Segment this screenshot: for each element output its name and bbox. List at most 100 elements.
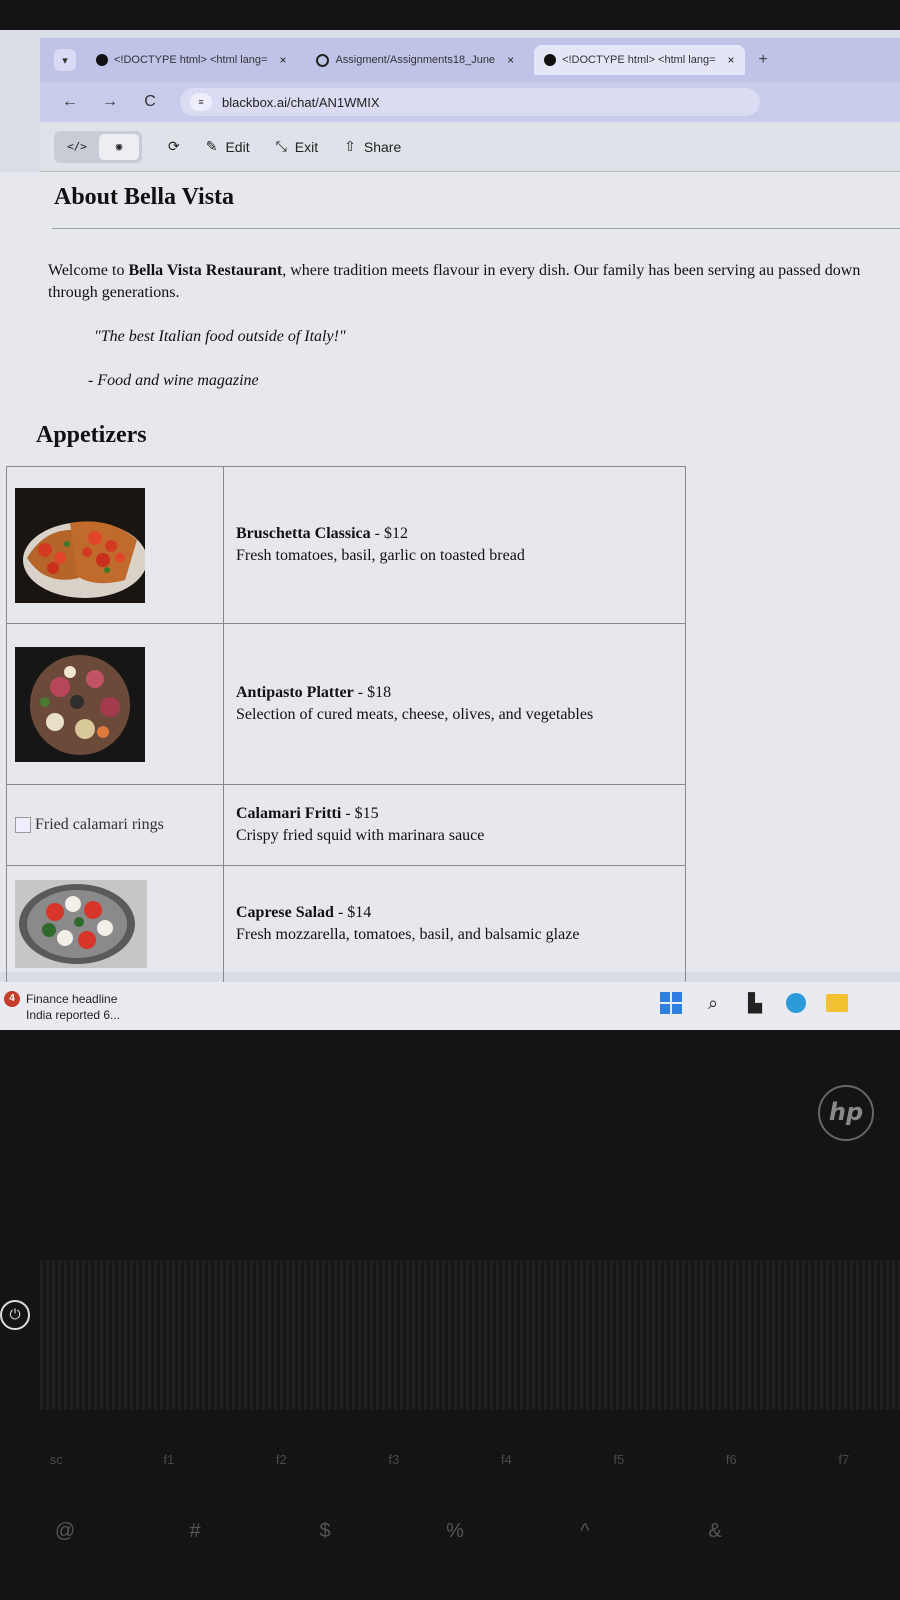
view-toggle: </> ◉ xyxy=(54,130,142,163)
dish-price: - $14 xyxy=(333,904,372,921)
pencil-icon: ✎ xyxy=(205,138,218,154)
caprese-photo xyxy=(15,880,147,968)
notification-badge: 4 xyxy=(4,991,20,1007)
dish-name: Caprese Salad xyxy=(236,904,334,921)
forward-arrow-icon[interactable]: → xyxy=(100,93,120,111)
news-text: Finance headline India reported 6... xyxy=(26,991,120,1023)
url-input[interactable]: ≡ blackbox.ai/chat/AN1WMIX xyxy=(180,88,760,116)
about-heading: About Bella Vista xyxy=(54,184,235,210)
hp-logo: hp xyxy=(818,1085,874,1141)
power-icon[interactable]: ⏻ xyxy=(0,1300,30,1330)
broken-image: Fried calamari rings xyxy=(15,816,215,834)
chevron-down-icon: ▾ xyxy=(62,54,68,67)
function-key[interactable]: f3 xyxy=(338,1440,451,1500)
address-bar: ← → C ≡ blackbox.ai/chat/AN1WMIX xyxy=(40,82,900,122)
dish-price: - $12 xyxy=(370,525,408,542)
collapse-icon: ⤡ xyxy=(275,138,287,154)
dish-image-cell: Fried calamari rings xyxy=(6,784,224,866)
function-key[interactable]: f7 xyxy=(788,1440,900,1500)
function-key[interactable]: f2 xyxy=(225,1440,338,1500)
table-row: Caprese Salad - $14 Fresh mozzarella, to… xyxy=(6,865,686,983)
edit-label: Edit xyxy=(225,138,250,155)
function-key[interactable]: f6 xyxy=(675,1440,788,1500)
dish-description: Crispy fried squid with marinara sauce xyxy=(236,827,485,844)
function-key[interactable]: f5 xyxy=(563,1440,676,1500)
intro-pre: Welcome to xyxy=(48,262,129,279)
speaker-grille xyxy=(40,1260,900,1410)
preview-page: About Bella Vista Welcome to Bella Vista… xyxy=(0,172,900,983)
url-text: blackbox.ai/chat/AN1WMIX xyxy=(222,94,380,110)
browser-tab-2[interactable]: Assigment/Assignments18_June × xyxy=(306,45,524,75)
browser-tab-1[interactable]: <!DOCTYPE html> <html lang= × xyxy=(86,45,296,75)
number-key[interactable]: % xyxy=(390,1520,520,1580)
preview-eye-icon[interactable]: ◉ xyxy=(99,133,139,160)
number-key[interactable]: ^ xyxy=(520,1520,650,1580)
exit-label: Exit xyxy=(294,138,319,155)
antipasto-photo xyxy=(15,646,145,762)
number-key[interactable]: # xyxy=(130,1520,260,1580)
dish-price: - $18 xyxy=(353,684,392,701)
share-label: Share xyxy=(363,138,402,155)
dish-text-cell: Bruschetta Classica - $12 Fresh tomatoes… xyxy=(223,466,686,624)
site-favicon-icon xyxy=(544,54,557,66)
close-icon[interactable]: × xyxy=(728,53,735,67)
news-title: Finance headline xyxy=(26,992,118,1006)
number-key[interactable]: @ xyxy=(0,1520,130,1580)
github-icon xyxy=(316,53,330,67)
function-key[interactable]: f1 xyxy=(113,1440,226,1500)
new-tab-button[interactable]: + xyxy=(759,51,768,69)
dish-text-cell: Calamari Fritti - $15 Crispy fried squid… xyxy=(223,784,686,866)
preview-toolbar: </> ◉ ⟳ ✎ Edit ⤡ Exit ⇧ Share xyxy=(40,122,900,172)
table-row: Antipasto Platter - $18 Selection of cur… xyxy=(6,623,686,785)
browser-tab-bar: ▾ <!DOCTYPE html> <html lang= × Assigmen… xyxy=(40,38,900,82)
number-key[interactable]: & xyxy=(650,1520,780,1580)
appetizers-table: Bruschetta Classica - $12 Fresh tomatoes… xyxy=(6,466,686,983)
dish-text-cell: Caprese Salad - $14 Fresh mozzarella, to… xyxy=(223,865,686,983)
code-view-button[interactable]: </> xyxy=(57,134,97,160)
news-widget[interactable]: 4 Finance headline India reported 6... xyxy=(4,991,120,1023)
tab-search-button[interactable]: ▾ xyxy=(54,49,76,71)
share-button[interactable]: ⇧ Share xyxy=(344,138,401,155)
site-info-icon[interactable]: ≡ xyxy=(190,93,212,111)
refresh-icon: ⟳ xyxy=(168,138,180,154)
function-key[interactable]: sc xyxy=(0,1440,113,1500)
dish-description: Fresh tomatoes, basil, garlic on toasted… xyxy=(236,547,525,564)
exit-button[interactable]: ⤡ Exit xyxy=(276,138,319,155)
number-key-row: @ # $ % ^ & xyxy=(0,1520,900,1580)
task-view-icon[interactable]: ▙ xyxy=(744,992,766,1014)
review-quote: "The best Italian food outside of Italy!… xyxy=(94,328,346,345)
news-subtitle: India reported 6... xyxy=(26,1008,121,1022)
broken-image-icon xyxy=(15,817,31,833)
search-icon[interactable]: ⌕ xyxy=(702,992,724,1014)
tab-title: Assigment/Assignments18_June xyxy=(335,54,496,66)
tab-title: <!DOCTYPE html> <html lang= xyxy=(114,54,268,66)
function-key[interactable]: f4 xyxy=(450,1440,563,1500)
review-source: - Food and wine magazine xyxy=(88,372,259,389)
tab-title: <!DOCTYPE html> <html lang= xyxy=(562,54,716,66)
edge-browser-icon[interactable] xyxy=(786,993,806,1013)
close-icon[interactable]: × xyxy=(507,53,514,67)
windows-start-icon[interactable] xyxy=(660,992,682,1014)
table-row: Bruschetta Classica - $12 Fresh tomatoes… xyxy=(6,466,686,624)
bruschetta-photo xyxy=(15,487,145,603)
number-key[interactable]: $ xyxy=(260,1520,390,1580)
site-favicon-icon xyxy=(96,54,108,66)
browser-tab-3[interactable]: <!DOCTYPE html> <html lang= × xyxy=(534,45,745,75)
refresh-button[interactable]: ⟳ xyxy=(168,138,180,155)
intro-paragraph: Welcome to Bella Vista Restaurant, where… xyxy=(48,260,900,304)
edit-button[interactable]: ✎ Edit xyxy=(206,138,250,155)
dish-price: - $15 xyxy=(341,805,379,822)
dish-name: Calamari Fritti xyxy=(236,805,342,822)
dish-image-cell xyxy=(6,466,224,624)
dish-image-cell xyxy=(6,865,224,983)
back-arrow-icon[interactable]: ← xyxy=(60,93,80,111)
dish-name: Antipasto Platter xyxy=(236,684,354,701)
laptop-screen: ▾ <!DOCTYPE html> <html lang= × Assigmen… xyxy=(0,30,900,1030)
restaurant-name: Bella Vista Restaurant xyxy=(128,262,283,279)
table-row: Fried calamari rings Calamari Fritti - $… xyxy=(6,784,686,866)
file-explorer-icon[interactable] xyxy=(826,994,848,1012)
close-icon[interactable]: × xyxy=(279,53,286,67)
reload-icon[interactable]: C xyxy=(140,93,160,111)
image-alt-text: Fried calamari rings xyxy=(35,816,164,833)
dish-description: Selection of cured meats, cheese, olives… xyxy=(236,706,594,723)
